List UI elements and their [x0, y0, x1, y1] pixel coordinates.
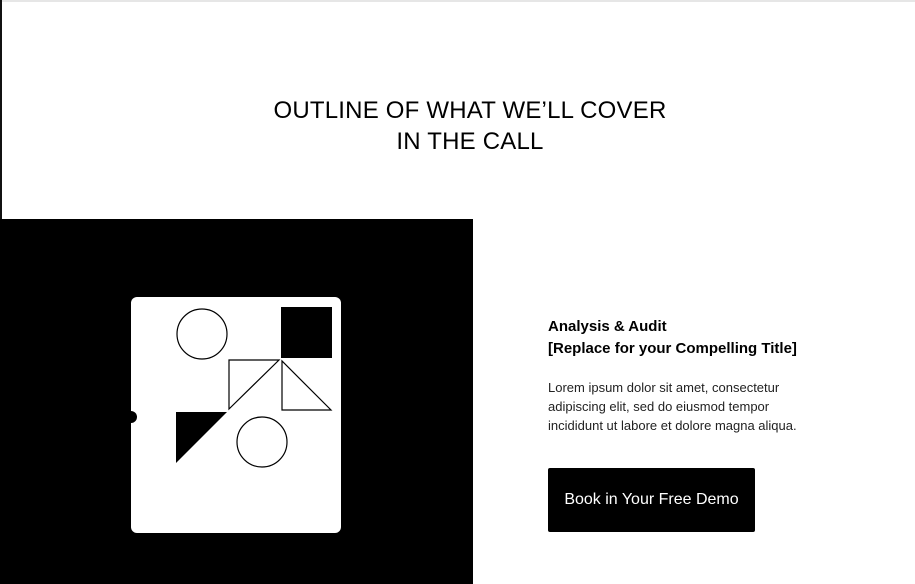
- book-demo-button[interactable]: Book in Your Free Demo: [548, 468, 755, 532]
- illustration-card: [125, 297, 341, 533]
- triangle-filled: [176, 412, 227, 463]
- left-divider: [0, 0, 2, 220]
- page-title-line-1: OUTLINE OF WHAT WE’LL COVER: [273, 97, 667, 124]
- top-divider: [0, 0, 915, 2]
- feature-content: Analysis & Audit [Replace for your Compe…: [548, 316, 888, 433]
- circle-shape-top: [176, 308, 228, 360]
- illustration-panel: [0, 219, 473, 584]
- circle-shape-bottom: [236, 416, 288, 468]
- page-title: OUTLINE OF WHAT WE’LL COVER IN THE CALL: [200, 95, 740, 157]
- geometric-shapes-illustration: [176, 307, 333, 468]
- triangle-outline-left: [228, 359, 281, 411]
- feature-title-line-2: [Replace for your Compelling Title]: [548, 340, 797, 357]
- triangle-outline-right: [281, 359, 333, 411]
- feature-description: Lorem ipsum dolor sit amet, consectetur …: [548, 380, 797, 433]
- square-shape: [281, 307, 332, 358]
- feature-title: Analysis & Audit [Replace for your Compe…: [548, 316, 888, 360]
- page-title-line-2: IN THE CALL: [396, 128, 544, 155]
- feature-title-line-1: Analysis & Audit: [548, 318, 667, 335]
- page: OUTLINE OF WHAT WE’LL COVER IN THE CALL …: [0, 0, 915, 584]
